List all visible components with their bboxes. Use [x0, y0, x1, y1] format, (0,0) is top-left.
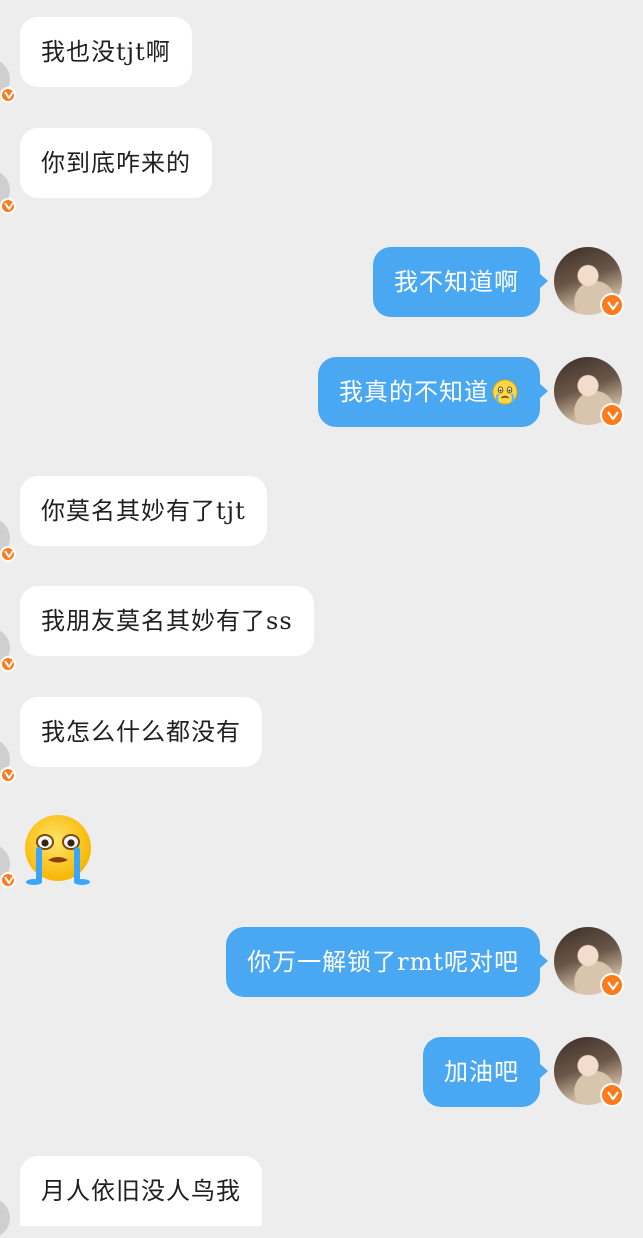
chat-conversation: 我也没tjt啊 你到底咋来的 我不知道啊 我真的不知道 你莫名其妙有了tjt 我… [0, 0, 643, 1238]
message-bubble[interactable]: 我也没tjt啊 [20, 17, 192, 87]
contact-avatar[interactable] [0, 59, 16, 103]
message-bubble[interactable]: 你莫名其妙有了tjt [20, 476, 267, 546]
verified-v-icon [0, 872, 16, 888]
message-row-incoming: 我朋友莫名其妙有了ss [0, 586, 643, 672]
message-row-incoming: 我怎么什么都没有 [0, 697, 643, 783]
message-bubble[interactable]: 月人依旧没人鸟我 [20, 1156, 262, 1226]
verified-v-icon [0, 656, 16, 672]
message-bubble[interactable]: 我朋友莫名其妙有了ss [20, 586, 314, 656]
message-bubble[interactable]: 我怎么什么都没有 [20, 697, 262, 767]
message-bubble[interactable]: 加油吧 [423, 1037, 548, 1107]
verified-v-icon [0, 767, 16, 783]
verified-v-icon [0, 546, 16, 562]
contact-avatar[interactable] [0, 739, 16, 783]
message-row-outgoing: 我不知道啊 [0, 247, 643, 317]
verified-v-icon [0, 198, 16, 214]
message-row-incoming: 月人依旧没人鸟我 [0, 1156, 643, 1238]
message-bubble[interactable]: 你到底咋来的 [20, 128, 212, 198]
sobbing-face-sticker-icon[interactable] [20, 812, 96, 888]
contact-avatar[interactable] [0, 170, 16, 214]
user-avatar[interactable] [554, 357, 624, 427]
message-row-incoming: 我也没tjt啊 [0, 17, 643, 103]
verified-v-icon [600, 973, 624, 997]
contact-avatar[interactable] [0, 844, 16, 888]
message-bubble[interactable]: 你万一解锁了rmt呢对吧 [226, 927, 548, 997]
user-avatar[interactable] [554, 247, 624, 317]
message-row-incoming [0, 812, 643, 892]
message-row-outgoing: 我真的不知道 [0, 357, 643, 427]
verified-v-icon [600, 403, 624, 427]
message-text: 我真的不知道 [339, 378, 489, 406]
message-bubble[interactable]: 我不知道啊 [373, 247, 548, 317]
message-bubble[interactable]: 我真的不知道 [318, 357, 548, 427]
message-row-outgoing: 你万一解锁了rmt呢对吧 [0, 927, 643, 997]
contact-avatar[interactable] [0, 628, 16, 672]
user-avatar[interactable] [554, 1037, 624, 1107]
crying-emoji-icon [491, 363, 519, 433]
verified-v-icon [600, 1083, 624, 1107]
verified-v-icon [600, 293, 624, 317]
contact-avatar[interactable] [0, 1198, 10, 1238]
contact-avatar[interactable] [0, 518, 16, 562]
message-row-incoming: 你到底咋来的 [0, 128, 643, 214]
user-avatar[interactable] [554, 927, 624, 997]
message-row-incoming: 你莫名其妙有了tjt [0, 476, 643, 562]
verified-v-icon [0, 87, 16, 103]
message-row-outgoing: 加油吧 [0, 1037, 643, 1107]
